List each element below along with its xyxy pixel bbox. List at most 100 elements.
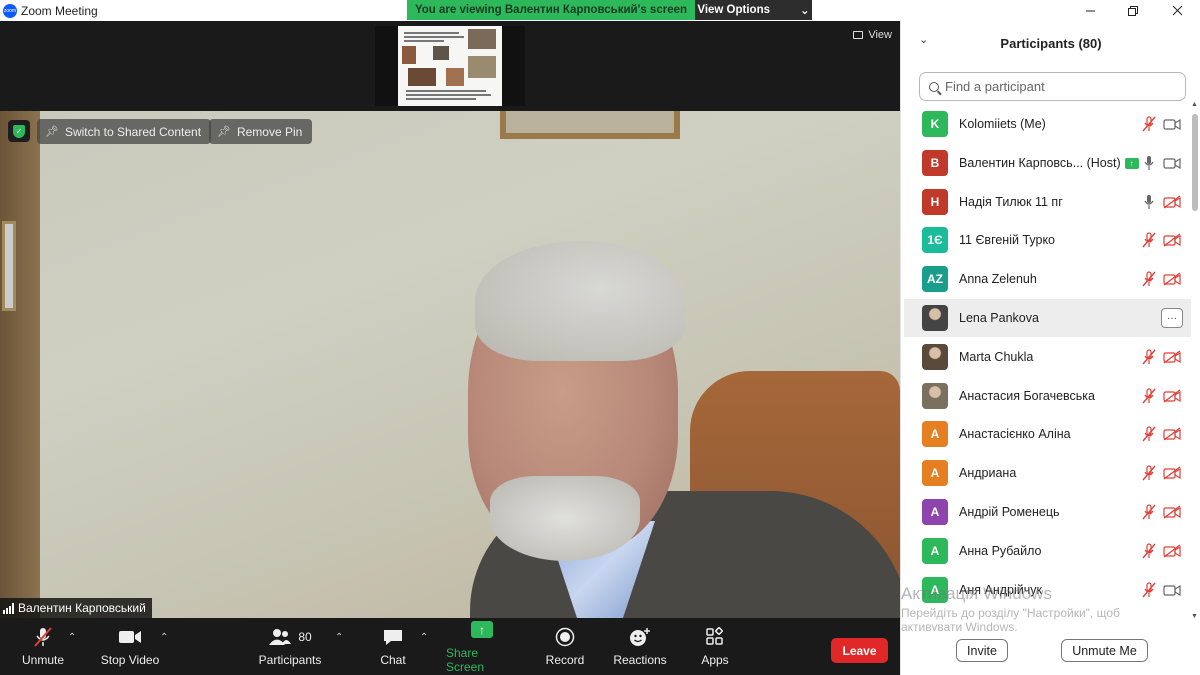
participant-row[interactable]: Н Надія Тилюк 11 пг [904,183,1191,221]
mic-muted-icon [1142,543,1156,559]
remove-pin-label: Remove Pin [236,124,303,139]
speaker-hair [475,241,685,361]
meeting-toolbar: Unmute ⌃ Stop Video ⌃ 80 Participants ⌃ … [0,618,900,675]
camera-off-icon [1163,272,1181,286]
more-options-button[interactable]: ··· [1161,308,1183,328]
slide-preview [398,26,502,106]
meeting-area: View ✓ 📌︎ Switch to Shared Content 📌︎ Re… [0,21,900,675]
remove-pin-button[interactable]: 📌︎ Remove Pin [209,119,313,144]
participant-avatar: А [922,460,948,487]
screen-share-banner: You are viewing Валентин Карповський's s… [407,0,812,20]
participant-row[interactable]: Lena Pankova ··· [904,299,1191,337]
participant-row[interactable]: А Андрій Роменець [904,493,1191,531]
participants-button[interactable]: 80 Participants [256,618,324,675]
mic-muted-icon [1142,387,1156,404]
zoom-logo-icon: zoom [3,3,17,18]
participant-row[interactable]: А Анна Рубайло [904,532,1191,570]
mic-muted-icon [1142,426,1156,442]
shared-screen-thumbnail[interactable] [375,26,525,106]
apps-icon [705,626,725,647]
participant-avatar: AZ [922,266,948,293]
participant-row[interactable]: Анастасия Богачевська [904,377,1191,415]
participant-name: Marta Chukla [959,349,1034,364]
participant-photo-avatar [922,343,948,370]
video-options-caret[interactable]: ⌃ [160,632,168,643]
scroll-down-icon[interactable]: ▼ [1191,613,1198,620]
close-icon [1172,5,1182,16]
view-button[interactable]: View [853,29,892,41]
participant-search[interactable] [919,72,1186,101]
maximize-button[interactable] [1111,0,1155,21]
participants-label: Participants [258,652,322,667]
invite-button[interactable]: Invite [956,639,1008,662]
unmute-label: Unmute [21,652,65,667]
screen-sharing-icon: ↑ [1124,158,1139,169]
audio-options-caret[interactable]: ⌃ [68,632,76,643]
view-options-button[interactable]: View Options ⌄ [695,0,812,20]
speaker-name: Валентин Карповський [18,601,146,615]
participant-row[interactable]: AZ Anna Zelenuh [904,260,1191,298]
leave-button[interactable]: Leave [831,638,888,663]
mic-muted-icon [1142,504,1156,520]
participant-row[interactable]: А Андриана [904,454,1191,492]
participant-row[interactable]: 1Є 11 Євгеній Турко [904,221,1191,259]
share-screen-icon: ↑ [471,620,493,640]
record-label: Record [545,652,585,667]
video-camera-icon [118,627,142,647]
participant-row[interactable]: K Kolomiiets (Me) [904,105,1191,143]
bookshelf [0,111,40,618]
mic-muted-icon [32,626,54,647]
apps-button[interactable]: Apps [695,618,735,675]
switch-label: Switch to Shared Content [64,124,202,139]
camera-off-icon [1163,233,1181,247]
participants-panel: ⌄ Participants (80) K Kolomiiets (Me) В Вал… [900,21,1200,675]
close-button[interactable] [1155,0,1199,21]
participant-name: Надія Тилюк 11 пг [959,194,1063,209]
participant-name: Lena Pankova [959,311,1039,325]
participant-avatar: K [922,111,948,137]
unmute-me-button[interactable]: Unmute Me [1061,639,1148,662]
speaker-name-tag: Валентин Карповський [0,598,152,618]
thumbnail-strip: View [0,21,900,111]
mic-muted-icon [1142,465,1156,481]
apps-label: Apps [701,652,729,667]
connection-signal-icon [3,602,14,614]
collapse-panel-icon[interactable]: ⌄ [919,33,928,46]
chat-button[interactable]: Chat [373,618,413,675]
panel-header: ⌄ Participants (80) [901,21,1200,65]
share-screen-button[interactable]: ↑ Share Screen [446,618,518,675]
camera-off-icon [1163,544,1181,558]
participant-row[interactable]: В Валентин Карповсь... (Host) ↑ [904,144,1191,182]
scroll-up-icon[interactable]: ▲ [1191,101,1198,108]
chat-bubble-icon [382,627,404,647]
participant-name: Анна Рубайло [959,543,1042,558]
camera-off-icon [1163,195,1181,209]
scroll-thumb[interactable] [1192,114,1198,211]
mic-icon [1142,155,1156,171]
participant-name: Валентин Карповсь... (Host) ↑ [959,156,1139,170]
participant-row[interactable]: А Аня Андрійчук [904,571,1191,609]
participants-options-caret[interactable]: ⌃ [335,632,343,643]
mic-muted-icon [1142,349,1156,365]
view-options-label: View Options [697,4,770,16]
participant-name: Anna Zelenuh [959,272,1037,287]
chat-options-caret[interactable]: ⌃ [420,632,428,643]
minimize-button[interactable] [1068,0,1112,21]
participants-count: 80 [298,629,312,644]
stop-video-button[interactable]: Stop Video [98,618,162,675]
switch-to-shared-content-button[interactable]: 📌︎ Switch to Shared Content [37,119,212,144]
shield-check-icon: ✓ [13,124,25,138]
chat-label: Chat [380,652,406,667]
participant-row[interactable]: Marta Chukla [904,338,1191,376]
encryption-badge[interactable]: ✓ [8,120,30,142]
participant-scrollbar[interactable]: ▲ ▼ [1191,101,1199,627]
search-input[interactable] [945,79,1175,94]
unmute-button[interactable]: Unmute [18,618,68,675]
record-button[interactable]: Record [540,618,590,675]
participant-name: Андрій Роменець [959,505,1060,519]
minimize-icon [1085,10,1095,12]
reactions-button[interactable]: Reactions [610,618,670,675]
participant-row[interactable]: А Анастасієнко Аліна [904,415,1191,453]
window-title: Zoom Meeting [21,3,98,18]
wall-picture-frame [500,111,680,139]
